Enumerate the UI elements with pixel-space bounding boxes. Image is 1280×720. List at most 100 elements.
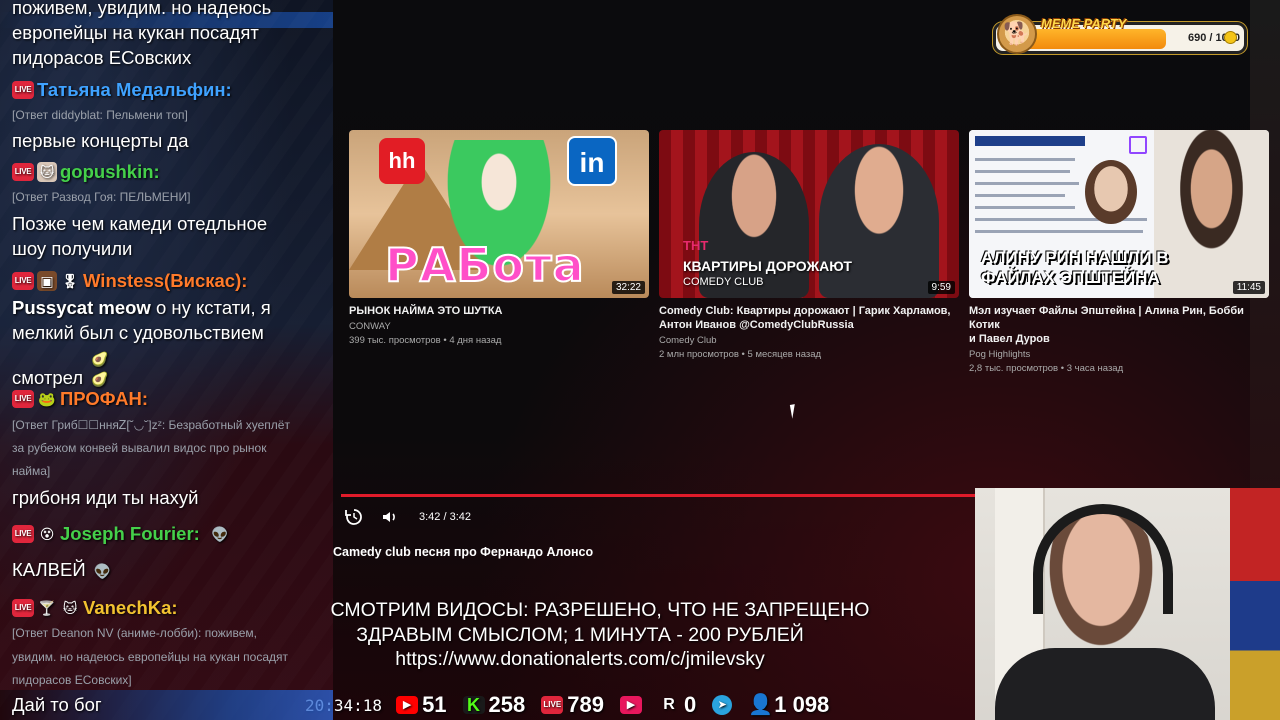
document-line bbox=[975, 170, 1070, 173]
video-meta: 2 млн просмотров • 5 месяцев назад bbox=[659, 349, 822, 360]
video-meta: 2,8 тыс. просмотров • 3 часа назад bbox=[969, 363, 1124, 374]
volume-icon bbox=[383, 512, 395, 522]
chat-message: смотрел 🥑🥑 bbox=[12, 349, 325, 390]
chat-message: мелкий был с удовольствием bbox=[12, 322, 264, 343]
meme-party-title: MEME PARTY bbox=[1041, 16, 1127, 31]
video-title[interactable]: Мэл изучает Файлы Эпштейна | Алина Рин, … bbox=[969, 304, 1269, 346]
viewer-stats-bar: 20:34:18 ▶ 51 K 258 LIVE 789 ▶ R 0 ➤ 👤 1… bbox=[305, 690, 975, 720]
live-badge-icon: LIVE bbox=[12, 272, 34, 290]
thumbnail-caption-line: АЛИНУ РИН НАШЛИ В bbox=[981, 248, 1169, 267]
video-thumbnail[interactable]: АЛИНУ РИН НАШЛИ В ФАЙЛАХ ЭПШТЕЙНА 11:45 bbox=[969, 130, 1269, 298]
chat-message: европейцы на кукан посадят bbox=[12, 22, 259, 43]
donation-line: СМОТРИМ ВИДОСЫ: РАЗРЕШЕНО, ЧТО НЕ ЗАПРЕЩ… bbox=[330, 599, 870, 621]
document-line bbox=[975, 158, 1075, 161]
stat-platform: ▶ bbox=[619, 696, 642, 714]
video-title[interactable]: РЫНОК НАЙМА ЭТО ШУТКА bbox=[349, 304, 649, 318]
kick-viewers: 258 bbox=[488, 692, 526, 717]
replay-icon bbox=[345, 509, 362, 525]
video-title[interactable]: Comedy Club: Квартиры дорожают | Гарик Х… bbox=[659, 304, 959, 332]
video-duration: 11:45 bbox=[1232, 281, 1265, 294]
video-channel[interactable]: Pog Highlights bbox=[969, 348, 1269, 361]
chat-username: ПРОФАН: bbox=[60, 388, 148, 409]
chat-username: Татьяна Медальфин: bbox=[37, 79, 232, 100]
chat-message: грибоня иди ты нахуй bbox=[12, 487, 199, 508]
chat-username-row: LIVE 😵 Joseph Fourier: 👽 bbox=[12, 521, 237, 547]
hh-logo-icon: hh bbox=[379, 138, 425, 184]
chat-reply: [Ответ Deanon NV (аниме-лобби): поживем, bbox=[12, 626, 257, 640]
emote-icon: 👽 bbox=[93, 563, 112, 579]
video-card[interactable]: АЛИНУ РИН НАШЛИ В ФАЙЛАХ ЭПШТЕЙНА 11:45 М… bbox=[969, 130, 1269, 375]
chat-message: поживем, увидим. но надеюсь bbox=[12, 0, 272, 18]
video-meta: 399 тыс. просмотров • 4 дня назад bbox=[349, 335, 502, 346]
chat-panel: поживем, увидим. но надеюсь европейцы на… bbox=[0, 0, 333, 720]
donation-link: https://www.donationalerts.com/c/jmilevs… bbox=[395, 648, 765, 670]
video-channel[interactable]: CONWAY bbox=[349, 320, 649, 333]
donation-line: ЗДРАВЫМ СМЫСЛОМ; 1 МИНУТА - 200 РУБЛЕЙ bbox=[356, 623, 804, 646]
chat-message: первые концерты да bbox=[12, 130, 189, 151]
chat-reply: найма] bbox=[12, 464, 51, 478]
chat-username: gopushkin: bbox=[60, 161, 160, 182]
chat-message-text: КАЛВЕЙ bbox=[12, 559, 86, 580]
portrait-photo bbox=[1085, 160, 1137, 224]
total-viewers: 1 098 bbox=[774, 692, 830, 717]
chat-username: Joseph Fourier: bbox=[60, 523, 200, 544]
streamer-webcam bbox=[975, 488, 1280, 720]
thumbnail-caption: КВАРТИРЫ ДОРОЖАЮТ bbox=[683, 258, 852, 274]
now-playing-title: Camedy club песня про Фернандо Алонсо bbox=[333, 545, 594, 559]
document-line bbox=[975, 194, 1065, 197]
video-thumbnail[interactable]: ТНТ КВАРТИРЫ ДОРОЖАЮТ COMEDY CLUB 9:59 bbox=[659, 130, 959, 298]
video-channel[interactable]: Comedy Club bbox=[659, 334, 959, 347]
video-card[interactable]: ТНТ КВАРТИРЫ ДОРОЖАЮТ COMEDY CLUB 9:59 C… bbox=[659, 130, 959, 361]
chat-message: Дай то бог bbox=[12, 694, 102, 715]
linkedin-logo-icon: in bbox=[567, 136, 617, 186]
end-screen-recommendations: hh in РАБота 32:22 РЫНОК НАЙМА ЭТО ШУТКА… bbox=[349, 130, 1269, 374]
video-thumbnail[interactable]: hh in РАБота 32:22 bbox=[349, 130, 649, 298]
streamer-photo bbox=[1154, 130, 1269, 298]
chat-username-row: LIVE 🐸 ПРОФАН: bbox=[12, 386, 148, 412]
thumbnail-caption: РАБота bbox=[384, 237, 585, 293]
chat-message: КАЛВЕЙ 👽 bbox=[12, 557, 325, 582]
rumble-viewers: 0 bbox=[683, 692, 697, 717]
thumbnail-subcaption: COMEDY CLUB bbox=[683, 276, 764, 288]
video-card[interactable]: hh in РАБота 32:22 РЫНОК НАЙМА ЭТО ШУТКА… bbox=[349, 130, 649, 347]
emote-icon: 🐱 bbox=[37, 162, 57, 182]
telegram-icon: ➤ bbox=[712, 695, 733, 715]
emote-icon: 🎖 bbox=[61, 273, 79, 289]
user-icon: 👤 bbox=[748, 694, 774, 716]
chat-message: Позже чем камеди отедльное bbox=[12, 213, 268, 234]
current-time: 3:42 / 3:42 bbox=[419, 511, 471, 523]
donation-rules: СМОТРИМ ВИДОСЫ: РАЗРЕШЕНО, ЧТО НЕ ЗАПРЕЩ… bbox=[300, 598, 900, 672]
flag-background bbox=[1230, 488, 1280, 720]
chat-message-text: смотрел bbox=[12, 367, 84, 388]
video-title-line: Comedy Club: Квартиры дорожают | Гарик Х… bbox=[659, 305, 951, 317]
video-title-line: и Павел Дуров bbox=[969, 333, 1050, 345]
video-title-line: Мэл изучает Файлы Эпштейна | Алина Рин, … bbox=[969, 305, 1244, 331]
time-display: 3:42 / 3:42 bbox=[419, 505, 471, 529]
chat-reply: [Ответ diddyblat: Пельмени топ] bbox=[12, 108, 188, 122]
chat-message: пидорасов ЕСовских bbox=[12, 47, 192, 68]
stat-telegram: ➤ bbox=[712, 695, 733, 715]
chat-reply: за рубежом конвей вывалил видос про рыно… bbox=[12, 441, 267, 455]
chat-message: Pussycat meow о ну кстати, я bbox=[12, 295, 325, 320]
thumbnail-caption-line: ФАЙЛАХ ЭПШТЕЙНА bbox=[981, 268, 1160, 287]
live-badge-icon: LIVE bbox=[12, 81, 34, 99]
video-progress-bar[interactable] bbox=[341, 494, 975, 497]
chat-reply: [Ответ Развод Гоя: ПЕЛЬМЕНИ] bbox=[12, 190, 191, 204]
stat-rumble: R 0 bbox=[658, 692, 696, 718]
live-badge-icon: LIVE bbox=[12, 163, 34, 181]
stat-kick: K 258 bbox=[462, 692, 526, 718]
chat-username-row: LIVE Татьяна Медальфин: bbox=[12, 77, 232, 103]
emote-icon: 🥑🥑 bbox=[91, 351, 109, 387]
kick-icon: K bbox=[462, 696, 485, 714]
document-line bbox=[975, 182, 1079, 185]
volume-button[interactable] bbox=[380, 505, 400, 529]
emote-icon: 🐱 bbox=[62, 600, 78, 616]
tnt-logo-icon: ТНТ bbox=[683, 238, 709, 253]
vk-live-icon: LIVE bbox=[541, 696, 564, 714]
play-platform-icon: ▶ bbox=[619, 696, 642, 714]
trophy-icon: 🍸 bbox=[38, 600, 56, 616]
youtube-viewers: 51 bbox=[422, 692, 447, 717]
document-line bbox=[975, 230, 1143, 233]
replay-button[interactable] bbox=[344, 505, 364, 529]
emote-icon: 👽 bbox=[211, 526, 229, 542]
